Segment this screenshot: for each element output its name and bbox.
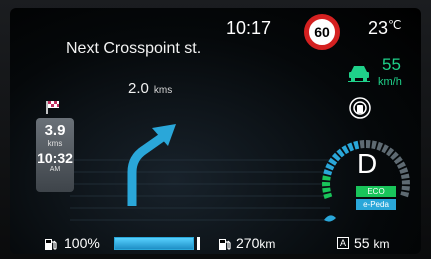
range-fuel-pump-icon: [219, 239, 231, 250]
power-gauge-segment: [322, 181, 331, 187]
trip-eta: 10:32: [37, 150, 73, 166]
eco-leaf-icon: [324, 215, 336, 222]
cruise-speed-unit: km/h: [378, 76, 402, 88]
fuel-percent: 100%: [64, 235, 100, 251]
trip-eta-period: AM: [49, 166, 61, 173]
checkered-flag-icon: [46, 101, 59, 114]
fuel-range: 270km: [236, 235, 275, 251]
fuel-range-unit: km: [259, 237, 276, 251]
average-icon: A: [337, 237, 349, 249]
trip-distance-unit: kms: [47, 139, 63, 148]
power-gauge-segment: [323, 192, 333, 200]
average-unit: km: [373, 237, 390, 251]
speed-limit-sign: 60: [304, 14, 340, 50]
power-gauge-segment: [401, 185, 410, 191]
fuel-bar-end-marker: [197, 237, 200, 250]
turn-distance: 2.0 kms: [128, 80, 172, 97]
fuel-level-bar: [114, 237, 194, 250]
lane-guide-lines: [70, 159, 330, 221]
turn-distance-value: 2.0: [128, 80, 149, 97]
fuel-range-value: 270: [236, 235, 260, 251]
average-readout: 55 km: [354, 235, 389, 251]
trip-distance: 3.9: [44, 122, 66, 139]
power-gauge-segment: [376, 141, 384, 151]
car-icon: [348, 66, 370, 82]
temperature-unit: ℃: [388, 18, 402, 32]
power-gauge-segment: [399, 167, 409, 174]
power-gauge-segment: [322, 187, 331, 193]
temperature-value: 23: [368, 18, 389, 38]
power-gauge-segment: [323, 169, 333, 176]
next-street-label: Next Crosspoint st.: [66, 40, 202, 57]
power-gauge-segment: [400, 173, 410, 180]
power-gauge-segment: [366, 140, 371, 149]
fuel-level-fill: [115, 238, 193, 249]
turn-right-arrow-icon: [127, 124, 176, 206]
outside-temperature: 23℃: [368, 18, 402, 39]
power-gauge-segment: [347, 142, 355, 152]
average-value: 55: [354, 235, 370, 251]
epedal-mode-badge: e-Peda: [356, 199, 396, 210]
power-gauge-segment: [400, 191, 410, 198]
clock: 10:17: [226, 18, 272, 38]
fuel-pump-icon: [45, 239, 57, 250]
power-gauge-segment: [322, 175, 331, 181]
speed-limit-value: 60: [314, 24, 330, 40]
turn-distance-unit: kms: [153, 85, 173, 96]
power-gauge-segment: [401, 179, 410, 185]
trip-info-panel: 3.9 kms 10:32 AM: [36, 118, 74, 192]
eco-mode-badge: ECO: [356, 186, 396, 197]
radar-sensor-icon: [349, 97, 371, 119]
gear-indicator: D: [357, 148, 378, 179]
cruise-speed: 55: [382, 55, 401, 74]
